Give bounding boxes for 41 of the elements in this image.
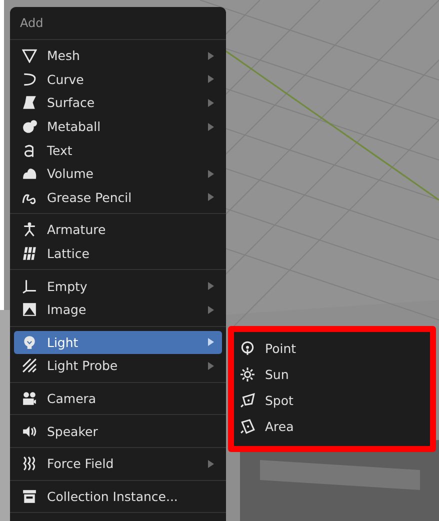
menu-item[interactable]: Collection Instance... — [14, 484, 222, 508]
menu-title: Add — [10, 7, 226, 40]
lattice-icon — [22, 246, 37, 262]
menu-item[interactable]: Force Field — [14, 452, 222, 476]
tilted-square-icon — [240, 418, 255, 434]
bulb-icon — [22, 334, 37, 350]
axes-icon — [22, 278, 37, 294]
menu-item[interactable]: Sun — [238, 361, 426, 387]
menu-item[interactable]: Point — [238, 335, 426, 361]
speaker-icon — [22, 424, 37, 439]
surface-icon — [22, 95, 37, 110]
menu-item[interactable]: Volume — [14, 162, 222, 186]
menu-item[interactable]: Lattice — [14, 242, 222, 266]
striped-icon — [22, 358, 37, 374]
menu-item[interactable]: Curve — [14, 68, 222, 92]
menu-item[interactable]: Camera — [14, 386, 222, 410]
curve-icon — [22, 72, 37, 87]
menu-item[interactable]: Text — [14, 138, 222, 162]
pin-circle-icon — [240, 340, 255, 356]
menu-item[interactable]: Spot — [238, 387, 426, 413]
armature-icon — [22, 222, 37, 238]
waves-icon — [22, 456, 37, 472]
menu-item[interactable]: Empty — [14, 274, 222, 298]
image-icon — [22, 302, 37, 318]
menu-item[interactable]: Metaball — [14, 114, 222, 138]
menu-item[interactable]: Mesh — [14, 44, 222, 68]
sun-icon — [240, 366, 255, 382]
menu-item[interactable]: Speaker — [14, 419, 222, 443]
metaball-icon — [22, 119, 37, 134]
menu-item[interactable]: Grease Pencil — [14, 186, 222, 210]
camera-icon — [22, 391, 37, 406]
cloud-icon — [22, 166, 37, 182]
menu-item[interactable]: Image — [14, 298, 222, 322]
menu-item[interactable]: Light — [14, 330, 222, 354]
box-icon — [22, 488, 37, 504]
mesh-icon — [22, 48, 37, 64]
menu-item[interactable]: Area — [238, 413, 426, 439]
menu-item[interactable]: Armature — [14, 218, 222, 242]
menu-item[interactable]: Surface — [14, 91, 222, 115]
cone-icon — [240, 392, 255, 408]
menu-item[interactable]: Light Probe — [14, 354, 222, 378]
